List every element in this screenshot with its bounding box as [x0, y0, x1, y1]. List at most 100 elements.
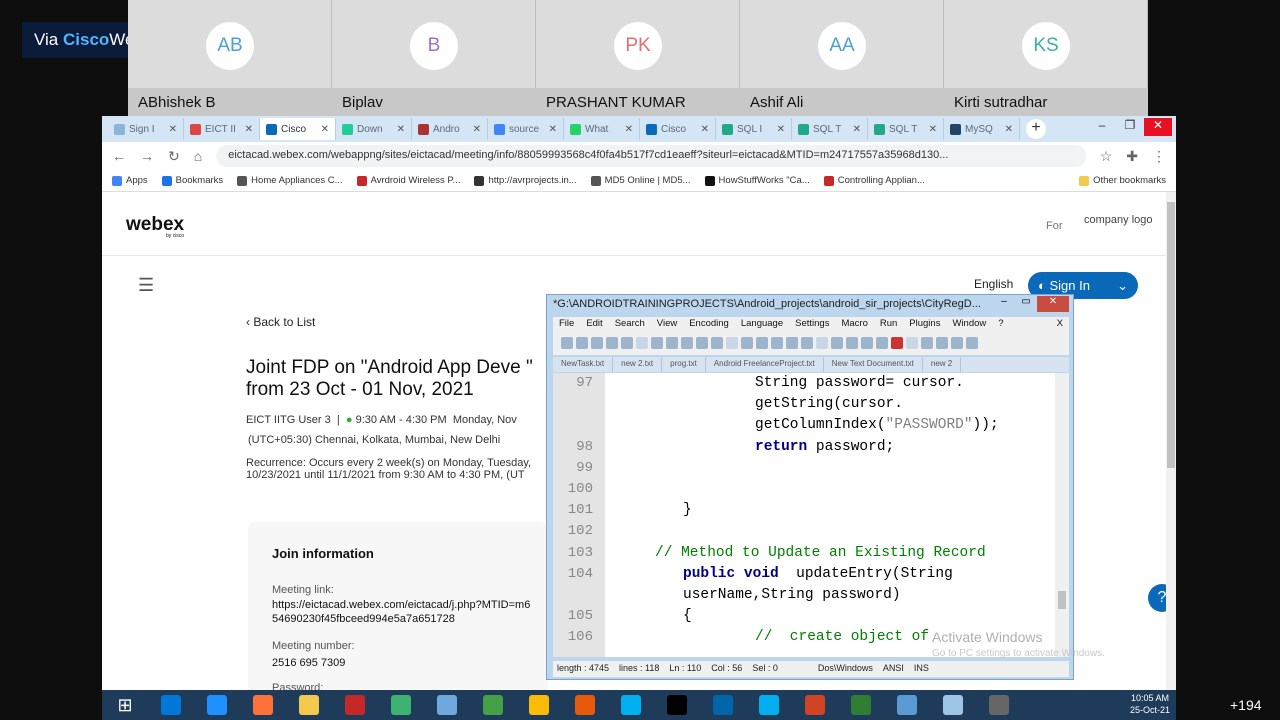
npp-menu-item[interactable]: Encoding: [689, 318, 729, 330]
menu-kebab-icon[interactable]: ⋮: [1152, 148, 1166, 165]
toolbar-icon[interactable]: [816, 337, 828, 349]
back-to-list-link[interactable]: ‹ Back to List: [246, 315, 315, 329]
npp-file-tab[interactable]: Android FreelanceProject.txt: [706, 357, 824, 372]
npp-file-tab[interactable]: new 2.txt: [613, 357, 663, 372]
browser-tab[interactable]: Cisco ✕: [640, 118, 716, 140]
tab-close-icon[interactable]: ✕: [549, 124, 557, 135]
tab-close-icon[interactable]: ✕: [777, 124, 785, 135]
browser-tab[interactable]: SQL T ✕: [792, 118, 868, 140]
bookmark-item[interactable]: http://avrprojects.in...: [474, 175, 577, 186]
browser-tab[interactable]: SQL I ✕: [716, 118, 792, 140]
npp-file-tab[interactable]: NewTask.txt: [553, 357, 614, 372]
toolbar-icon[interactable]: [831, 337, 843, 349]
extensions-icon[interactable]: ✚: [1126, 148, 1138, 165]
toolbar-icon[interactable]: [636, 337, 648, 349]
taskbar-app[interactable]: [148, 690, 194, 720]
toolbar-icon[interactable]: [681, 337, 693, 349]
npp-menu-item[interactable]: Search: [615, 318, 645, 330]
npp-menu-item[interactable]: Macro: [841, 318, 867, 330]
taskbar-app[interactable]: [884, 690, 930, 720]
browser-tab[interactable]: Down ✕: [336, 118, 412, 140]
bookmark-item[interactable]: Apps: [112, 175, 148, 186]
tab-close-icon[interactable]: ✕: [321, 124, 329, 135]
bookmark-item[interactable]: HowStuffWorks "Ca...: [704, 175, 810, 186]
toolbar-icon[interactable]: [906, 337, 918, 349]
npp-maximize-button[interactable]: ▭: [1015, 296, 1037, 312]
toolbar-icon[interactable]: [771, 337, 783, 349]
toolbar-icon[interactable]: [711, 337, 723, 349]
more-participants-count[interactable]: +194: [1230, 697, 1262, 713]
toolbar-icon[interactable]: [741, 337, 753, 349]
npp-menu-item[interactable]: View: [657, 318, 677, 330]
npp-menu-item[interactable]: Edit: [586, 318, 602, 330]
npp-menu-item[interactable]: File: [559, 318, 574, 330]
taskbar-app[interactable]: [562, 690, 608, 720]
bookmark-item[interactable]: Bookmarks: [161, 175, 223, 186]
npp-file-tab[interactable]: New Text Document.txt: [824, 357, 923, 372]
taskbar-app[interactable]: [378, 690, 424, 720]
toolbar-icon[interactable]: [921, 337, 933, 349]
browser-tab[interactable]: Andro ✕: [412, 118, 488, 140]
npp-minimize-button[interactable]: –: [993, 296, 1015, 312]
participant-tile[interactable]: B Biplav: [332, 0, 536, 116]
toolbar-icon[interactable]: [936, 337, 948, 349]
toolbar-icon[interactable]: [861, 337, 873, 349]
toolbar-icon[interactable]: [561, 337, 573, 349]
toolbar-icon[interactable]: [606, 337, 618, 349]
participant-tile[interactable]: PK PRASHANT KUMAR: [536, 0, 740, 116]
language-select[interactable]: English: [974, 277, 1013, 291]
browser-tab[interactable]: Cisco ✕: [260, 118, 336, 140]
toolbar-icon[interactable]: [786, 337, 798, 349]
npp-menu-close-icon[interactable]: X: [1057, 318, 1063, 330]
taskbar-app[interactable]: [286, 690, 332, 720]
forward-arrow-icon[interactable]: →: [140, 148, 154, 164]
taskbar-app[interactable]: [792, 690, 838, 720]
toolbar-icon[interactable]: [651, 337, 663, 349]
start-button[interactable]: ⊞: [102, 690, 148, 720]
reload-icon[interactable]: ↻: [168, 148, 180, 165]
editor-scrollbar[interactable]: [1055, 373, 1069, 657]
tab-close-icon[interactable]: ✕: [473, 124, 481, 135]
tab-close-icon[interactable]: ✕: [929, 124, 937, 135]
toolbar-icon[interactable]: [891, 337, 903, 349]
toolbar-icon[interactable]: [801, 337, 813, 349]
taskbar-app[interactable]: [332, 690, 378, 720]
bookmark-item[interactable]: Controlling Applian...: [823, 175, 925, 186]
taskbar-app[interactable]: [194, 690, 240, 720]
npp-menu-item[interactable]: Plugins: [909, 318, 940, 330]
taskbar-app[interactable]: [470, 690, 516, 720]
participant-tile[interactable]: AB ABhishek B: [128, 0, 332, 116]
taskbar-app[interactable]: [424, 690, 470, 720]
tab-close-icon[interactable]: ✕: [701, 124, 709, 135]
toolbar-icon[interactable]: [951, 337, 963, 349]
npp-menu-item[interactable]: Language: [741, 318, 783, 330]
bookmark-item[interactable]: MD5 Online | MD5...: [590, 175, 691, 186]
hamburger-menu-icon[interactable]: ☰: [138, 276, 156, 294]
minimize-button[interactable]: –: [1088, 118, 1116, 136]
npp-menu-item[interactable]: Run: [880, 318, 897, 330]
meeting-link-value[interactable]: https://eictacad.webex.com/eictacad/j.ph…: [272, 598, 534, 626]
back-arrow-icon[interactable]: ←: [112, 148, 126, 164]
taskbar-app[interactable]: [976, 690, 1022, 720]
browser-tab[interactable]: SQL T ✕: [868, 118, 944, 140]
code-editor[interactable]: 97 98 99 100 101 102 103 104 105 106 String passw…: [553, 373, 1069, 657]
toolbar-icon[interactable]: [966, 337, 978, 349]
browser-tab[interactable]: source ✕: [488, 118, 564, 140]
taskbar-app[interactable]: [838, 690, 884, 720]
browser-tab[interactable]: MySQ ✕: [944, 118, 1020, 140]
npp-file-tab[interactable]: prog.txt: [662, 357, 706, 372]
tab-close-icon[interactable]: ✕: [853, 124, 861, 135]
browser-tab[interactable]: Sign I ✕: [108, 118, 184, 140]
tab-close-icon[interactable]: ✕: [169, 124, 177, 135]
npp-menu-item[interactable]: Window: [952, 318, 986, 330]
taskbar-app[interactable]: [930, 690, 976, 720]
toolbar-icon[interactable]: [666, 337, 678, 349]
system-clock[interactable]: 10:05 AM 25-Oct-21: [1130, 692, 1170, 716]
page-scrollbar[interactable]: [1166, 192, 1176, 690]
taskbar-app[interactable]: [700, 690, 746, 720]
toolbar-icon[interactable]: [591, 337, 603, 349]
maximize-button[interactable]: ❐: [1116, 118, 1144, 136]
npp-menu-item[interactable]: ?: [998, 318, 1003, 330]
taskbar-app[interactable]: [654, 690, 700, 720]
bookmark-item[interactable]: Home Appliances C...: [237, 175, 343, 186]
